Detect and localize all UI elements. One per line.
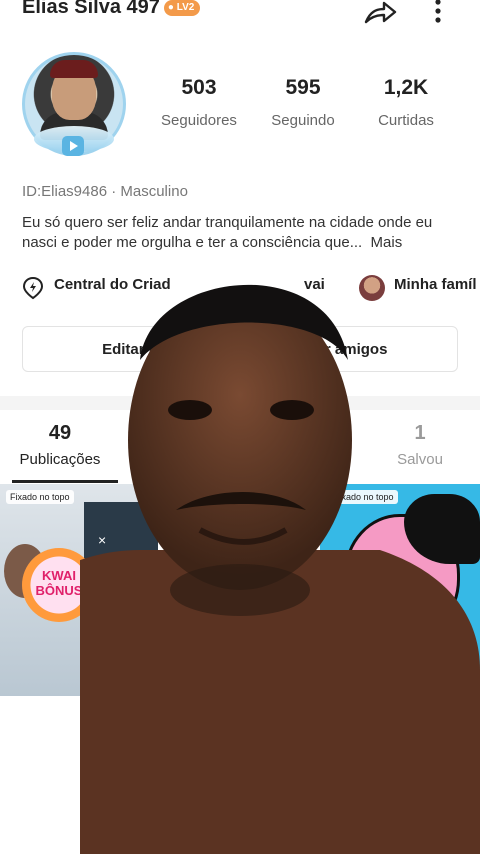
avatar-cap: [50, 60, 98, 78]
stat-likes[interactable]: 1,2K Curtidas: [356, 76, 456, 129]
bio-more-link[interactable]: Mais: [371, 234, 403, 251]
profile-name-text: Elias Silva 497: [22, 0, 160, 18]
stat-value: 503: [181, 76, 217, 99]
more-options-icon[interactable]: [428, 0, 448, 26]
stat-label: Seguindo: [271, 112, 335, 129]
stat-label: Curtidas: [378, 112, 434, 129]
user-id-gender: ID:Elias9486 · Masculino: [22, 183, 188, 200]
stat-label: Seguidores: [161, 112, 237, 129]
bio: Eu só quero ser feliz andar tranquilamen…: [22, 213, 462, 253]
video-overlay-person: [80, 284, 480, 854]
stat-value: 1,2K: [383, 76, 429, 99]
stat-value: 595: [285, 76, 321, 99]
play-icon[interactable]: [62, 136, 84, 156]
stat-following[interactable]: 595 Seguindo: [253, 76, 353, 129]
pinned-tag: Fixado no topo: [6, 490, 74, 504]
location-pin-icon: [22, 276, 44, 300]
share-icon[interactable]: [362, 0, 398, 26]
profile-name: Elias Silva 497 ● LV2: [22, 0, 201, 19]
level-text: LV2: [176, 1, 195, 13]
stat-followers[interactable]: 503 Seguidores: [149, 76, 249, 129]
level-badge: ● LV2: [163, 0, 201, 16]
